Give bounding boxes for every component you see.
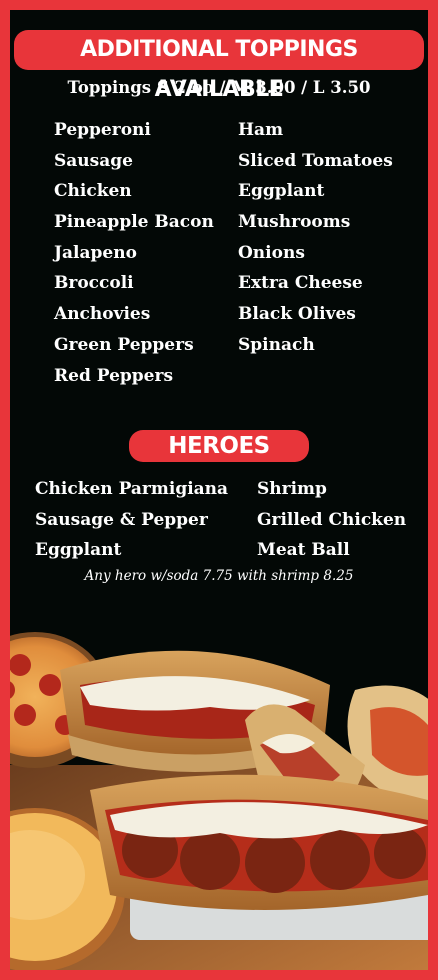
menu-panel: ADDITIONAL TOPPINGS AVAILABLE Toppings S…: [10, 10, 428, 970]
topping-item: Chicken: [54, 181, 132, 202]
heroes-banner: HEROES: [129, 430, 309, 462]
topping-item: Onions: [238, 242, 305, 263]
topping-item: Spinach: [238, 334, 315, 355]
hero-soda-note: Any hero w/soda 7.75 with shrimp 8.25: [84, 568, 354, 584]
hero-item: Eggplant: [35, 540, 122, 561]
topping-item: Pineapple Bacon: [54, 212, 214, 233]
topping-item: Extra Cheese: [238, 273, 363, 294]
heroes-list-left: Chicken Parmigiana Sausage & Pepper Eggp…: [35, 474, 228, 566]
hero-item: Shrimp: [257, 479, 327, 499]
topping-item: Sliced Tomatoes: [238, 150, 393, 171]
toppings-banner: ADDITIONAL TOPPINGS AVAILABLE: [14, 30, 424, 102]
hero-item: Chicken Parmigiana: [35, 479, 229, 499]
topping-item: Black Olives: [238, 304, 356, 325]
toppings-list-right: Ham Sliced Tomatoes Eggplant Mushrooms O…: [238, 115, 393, 361]
toppings-list-left: Pepperoni Sausage Chicken Pineapple Baco…: [54, 115, 214, 391]
topping-item: Eggplant: [238, 181, 325, 202]
topping-item: Anchovies: [54, 304, 151, 325]
hero-item: Grilled Chicken: [257, 509, 407, 530]
heroes-list-right: Shrimp Grilled Chicken Meat Ball: [257, 474, 406, 566]
topping-item: Mushrooms: [238, 212, 351, 233]
topping-item: Pepperoni: [54, 120, 151, 140]
meatball-sub: [90, 774, 428, 940]
food-photo: [10, 632, 428, 970]
topping-item: Ham: [238, 120, 284, 140]
hero-item: Sausage & Pepper: [35, 509, 208, 530]
topping-item: Green Peppers: [54, 334, 194, 355]
hero-item: Meat Ball: [257, 540, 350, 561]
topping-item: Broccoli: [54, 273, 134, 294]
topping-item: Red Peppers: [54, 365, 174, 386]
topping-item: Sausage: [54, 150, 133, 171]
topping-item: Jalapeno: [54, 242, 137, 263]
toppings-price-line: Toppings S 2.oo / M 3.00 / L 3.50: [67, 78, 371, 97]
